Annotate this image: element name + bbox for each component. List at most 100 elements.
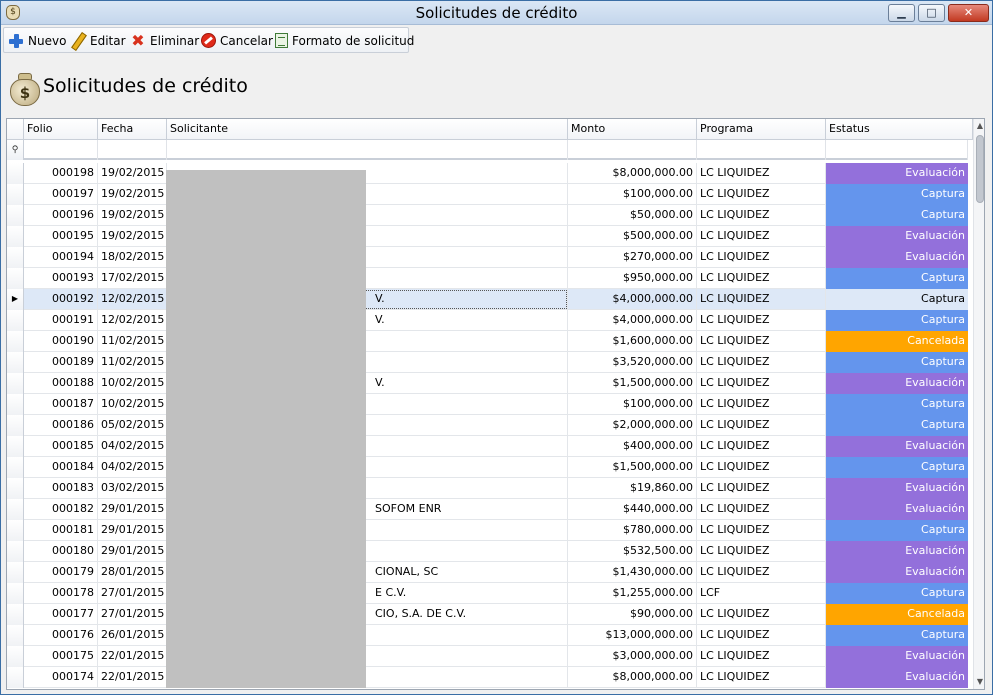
table-row[interactable]: 000174 22/01/2015 $8,000,000.00 LC LIQUIDEZ… bbox=[7, 667, 968, 688]
table-row[interactable]: 000180 29/01/2015 $532,500.00 LC LIQUIDEZ Ev… bbox=[7, 541, 968, 562]
cell-fecha[interactable]: 22/01/2015 bbox=[98, 646, 167, 667]
new-button[interactable]: Nuevo bbox=[8, 31, 66, 50]
cell-programa[interactable]: LC LIQUIDEZ bbox=[697, 289, 826, 310]
cell-fecha[interactable]: 27/01/2015 bbox=[98, 604, 167, 625]
cell-fecha[interactable]: 19/02/2015 bbox=[98, 226, 167, 247]
row-indicator[interactable] bbox=[7, 541, 24, 562]
cell-monto[interactable]: $4,000,000.00 bbox=[568, 310, 697, 331]
cell-programa[interactable]: LC LIQUIDEZ bbox=[697, 436, 826, 457]
cell-folio[interactable]: 000177 bbox=[24, 604, 98, 625]
edit-button[interactable]: Editar bbox=[70, 31, 126, 50]
table-row[interactable]: 000195 19/02/2015 $500,000.00 LC LIQUIDEZ Ev… bbox=[7, 226, 968, 247]
filter-monto[interactable] bbox=[568, 140, 697, 160]
cell-fecha[interactable]: 29/01/2015 bbox=[98, 499, 167, 520]
cell-estatus-badge[interactable]: Evaluación bbox=[826, 499, 968, 520]
cell-monto[interactable]: $532,500.00 bbox=[568, 541, 697, 562]
cell-programa[interactable]: LC LIQUIDEZ bbox=[697, 541, 826, 562]
cell-monto[interactable]: $1,500,000.00 bbox=[568, 457, 697, 478]
cell-programa[interactable]: LC LIQUIDEZ bbox=[697, 562, 826, 583]
title-bar[interactable]: $ Solicitudes de crédito ▁ □ ✕ bbox=[1, 1, 992, 25]
cell-estatus-badge[interactable]: Captura bbox=[826, 205, 968, 226]
cell-fecha[interactable]: 27/01/2015 bbox=[98, 583, 167, 604]
cell-programa[interactable]: LC LIQUIDEZ bbox=[697, 478, 826, 499]
cell-folio[interactable]: 000193 bbox=[24, 268, 98, 289]
cell-fecha[interactable]: 19/02/2015 bbox=[98, 184, 167, 205]
table-row[interactable]: 000193 17/02/2015 $950,000.00 LC LIQUIDEZ Ca… bbox=[7, 268, 968, 289]
table-row[interactable]: 000197 19/02/2015 $100,000.00 LC LIQUIDEZ Ca… bbox=[7, 184, 968, 205]
cell-fecha[interactable]: 11/02/2015 bbox=[98, 331, 167, 352]
table-row[interactable]: 000179 28/01/2015 CIONAL, SC $1,430,000.00 L… bbox=[7, 562, 968, 583]
request-form-button[interactable]: Formato de solicitud bbox=[275, 31, 414, 50]
cell-folio[interactable]: 000174 bbox=[24, 667, 98, 688]
cell-fecha[interactable]: 17/02/2015 bbox=[98, 268, 167, 289]
row-indicator[interactable] bbox=[7, 667, 24, 688]
cell-programa[interactable]: LC LIQUIDEZ bbox=[697, 499, 826, 520]
row-indicator[interactable] bbox=[7, 583, 24, 604]
delete-button[interactable]: ✖ Eliminar bbox=[130, 31, 199, 50]
cell-folio[interactable]: 000189 bbox=[24, 352, 98, 373]
cell-estatus-badge[interactable]: Evaluación bbox=[826, 478, 968, 499]
row-indicator[interactable] bbox=[7, 331, 24, 352]
cell-folio[interactable]: 000195 bbox=[24, 226, 98, 247]
cell-monto[interactable]: $100,000.00 bbox=[568, 394, 697, 415]
cell-fecha[interactable]: 28/01/2015 bbox=[98, 562, 167, 583]
cell-programa[interactable]: LC LIQUIDEZ bbox=[697, 247, 826, 268]
row-indicator[interactable] bbox=[7, 604, 24, 625]
cell-programa[interactable]: LC LIQUIDEZ bbox=[697, 268, 826, 289]
filter-fecha[interactable] bbox=[98, 140, 167, 160]
table-row[interactable]: 000184 04/02/2015 $1,500,000.00 LC LIQUIDEZ… bbox=[7, 457, 968, 478]
cell-estatus-badge[interactable]: Cancelada bbox=[826, 331, 968, 352]
cell-folio[interactable]: 000192 bbox=[24, 289, 98, 310]
cell-estatus-badge[interactable]: Captura bbox=[826, 520, 968, 541]
cell-programa[interactable]: LC LIQUIDEZ bbox=[697, 184, 826, 205]
cell-programa[interactable]: LC LIQUIDEZ bbox=[697, 394, 826, 415]
filter-estatus[interactable] bbox=[826, 140, 968, 160]
row-indicator[interactable] bbox=[7, 310, 24, 331]
cell-folio[interactable]: 000187 bbox=[24, 394, 98, 415]
cell-monto[interactable]: $50,000.00 bbox=[568, 205, 697, 226]
cell-estatus-badge[interactable]: Evaluación bbox=[826, 247, 968, 268]
scroll-down-icon[interactable]: ▼ bbox=[974, 675, 984, 689]
close-button[interactable]: ✕ bbox=[948, 4, 989, 22]
cell-estatus-badge[interactable]: Captura bbox=[826, 184, 968, 205]
cell-monto[interactable]: $440,000.00 bbox=[568, 499, 697, 520]
row-indicator[interactable] bbox=[7, 520, 24, 541]
cell-programa[interactable]: LC LIQUIDEZ bbox=[697, 373, 826, 394]
cell-programa[interactable]: LC LIQUIDEZ bbox=[697, 205, 826, 226]
cell-fecha[interactable]: 10/02/2015 bbox=[98, 373, 167, 394]
column-header-monto[interactable]: Monto bbox=[568, 119, 697, 140]
cell-fecha[interactable]: 22/01/2015 bbox=[98, 667, 167, 688]
filter-programa[interactable] bbox=[697, 140, 826, 160]
cell-programa[interactable]: LC LIQUIDEZ bbox=[697, 163, 826, 184]
cell-monto[interactable]: $1,600,000.00 bbox=[568, 331, 697, 352]
row-indicator[interactable] bbox=[7, 352, 24, 373]
cell-estatus-badge[interactable]: Evaluación bbox=[826, 562, 968, 583]
column-header-fecha[interactable]: Fecha bbox=[98, 119, 167, 140]
cell-monto[interactable]: $1,430,000.00 bbox=[568, 562, 697, 583]
cell-fecha[interactable]: 19/02/2015 bbox=[98, 205, 167, 226]
table-row[interactable]: 000187 10/02/2015 $100,000.00 LC LIQUIDEZ Ca… bbox=[7, 394, 968, 415]
cell-monto[interactable]: $13,000,000.00 bbox=[568, 625, 697, 646]
table-row[interactable]: 000178 27/01/2015 E C.V. $1,255,000.00 LCF Ca… bbox=[7, 583, 968, 604]
cell-programa[interactable]: LC LIQUIDEZ bbox=[697, 331, 826, 352]
row-indicator[interactable] bbox=[7, 415, 24, 436]
cell-monto[interactable]: $4,000,000.00 bbox=[568, 289, 697, 310]
table-row[interactable]: 000181 29/01/2015 $780,000.00 LC LIQUIDEZ Ca… bbox=[7, 520, 968, 541]
column-header-folio[interactable]: Folio bbox=[24, 119, 98, 140]
table-row[interactable]: 000177 27/01/2015 CIO, S.A. DE C.V. $90,000… bbox=[7, 604, 968, 625]
cell-programa[interactable]: LC LIQUIDEZ bbox=[697, 415, 826, 436]
row-indicator[interactable] bbox=[7, 184, 24, 205]
cell-folio[interactable]: 000191 bbox=[24, 310, 98, 331]
cell-fecha[interactable]: 18/02/2015 bbox=[98, 247, 167, 268]
row-indicator[interactable] bbox=[7, 646, 24, 667]
filter-solicitante[interactable] bbox=[167, 140, 568, 160]
cell-folio[interactable]: 000178 bbox=[24, 583, 98, 604]
cell-estatus-badge[interactable]: Evaluación bbox=[826, 667, 968, 688]
cell-estatus-badge[interactable]: Evaluación bbox=[826, 541, 968, 562]
scroll-up-icon[interactable]: ▲ bbox=[974, 119, 984, 133]
row-indicator[interactable] bbox=[7, 163, 24, 184]
cell-estatus-badge[interactable]: Evaluación bbox=[826, 646, 968, 667]
cell-monto[interactable]: $950,000.00 bbox=[568, 268, 697, 289]
vertical-scrollbar[interactable]: ▲ ▼ bbox=[973, 119, 984, 689]
cell-monto[interactable]: $400,000.00 bbox=[568, 436, 697, 457]
